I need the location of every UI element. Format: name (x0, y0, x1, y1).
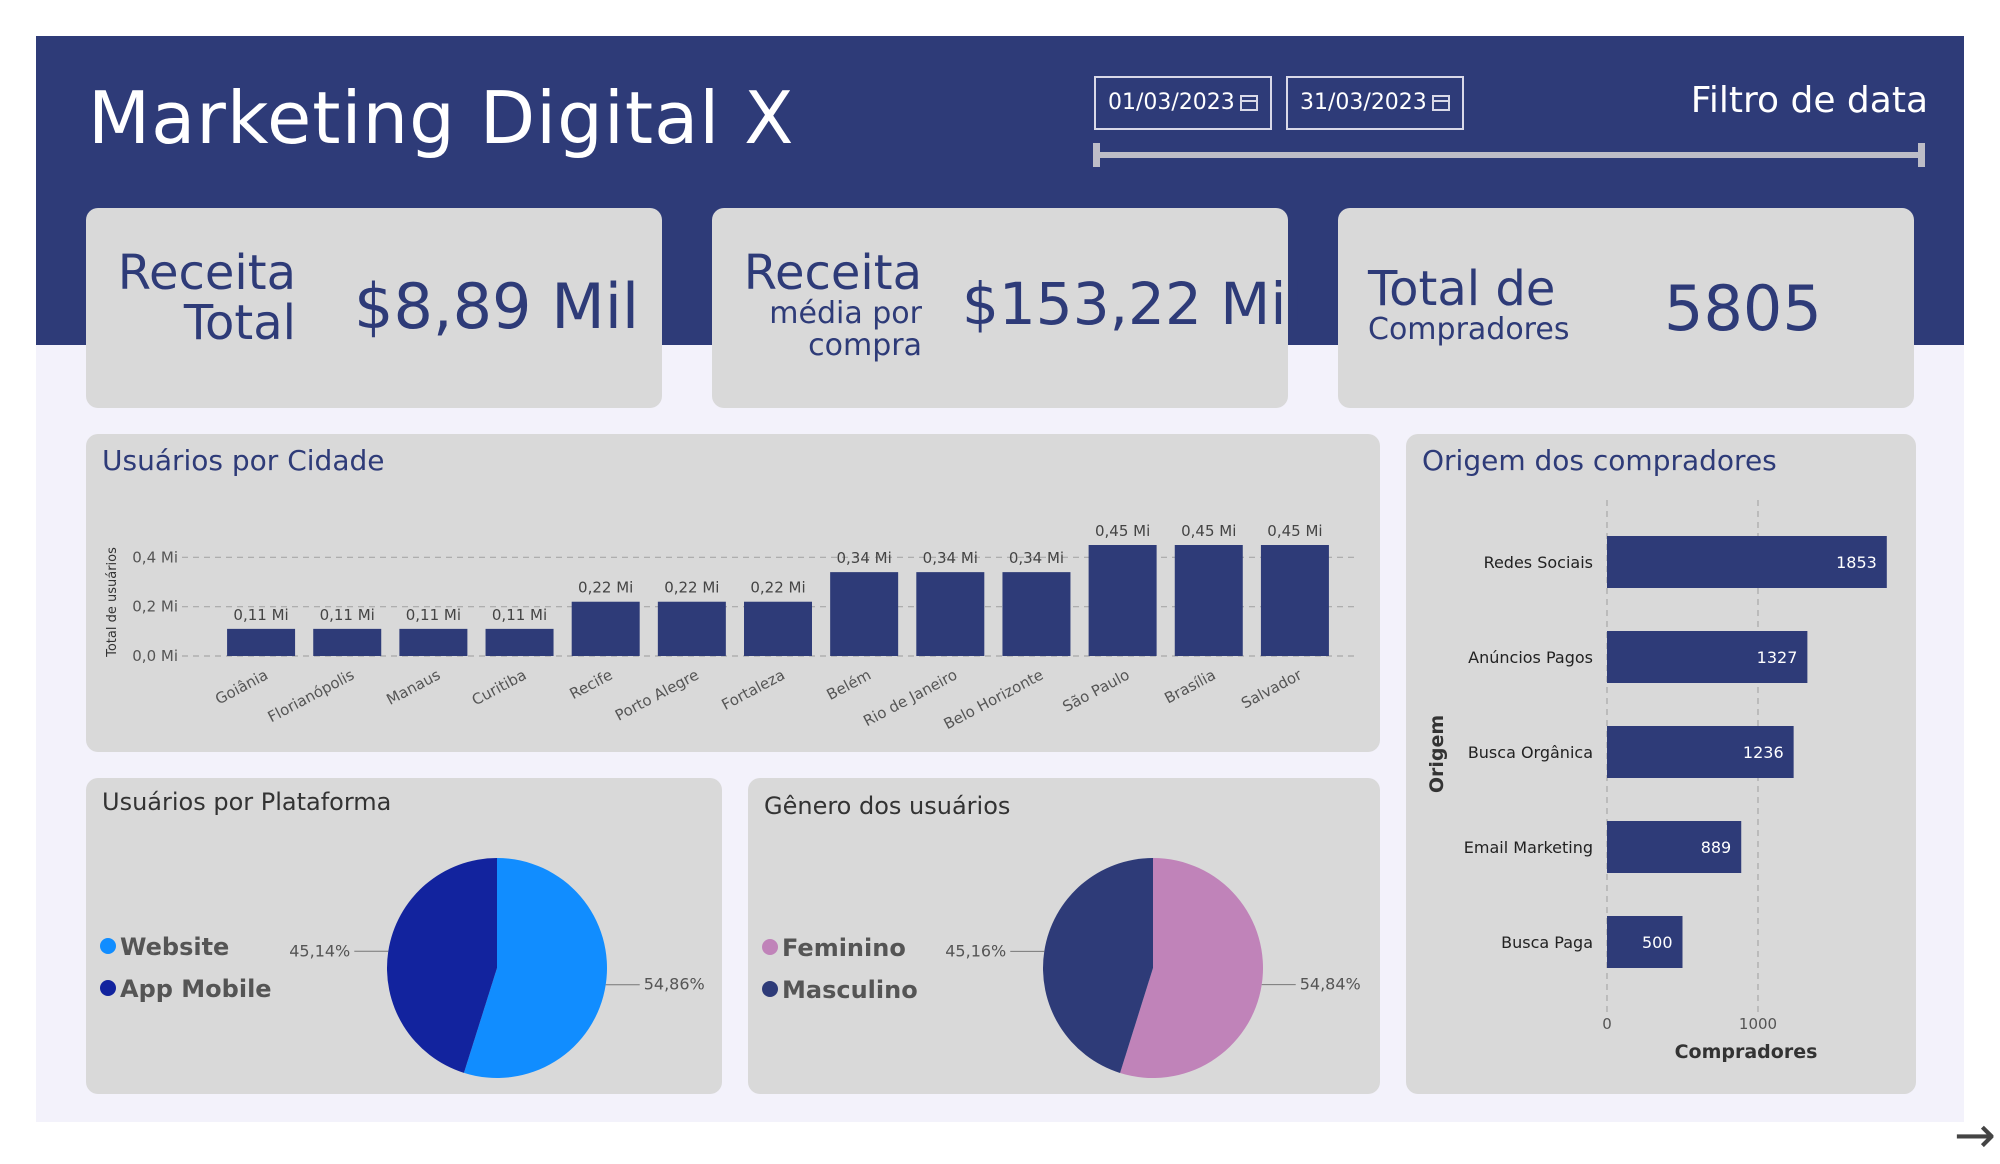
bar (657, 601, 726, 656)
bar (744, 601, 812, 656)
data-label: 0,45 Mi (1181, 522, 1236, 540)
end-date-input[interactable]: 31/03/2023 (1286, 76, 1464, 130)
data-label: 54,86% (644, 975, 705, 994)
y-tick-label: Busca Orgânica (1468, 743, 1593, 762)
data-label: 0,11 Mi (406, 606, 461, 624)
city-chart-panel: Usuários por Cidade 0,0 Mi 0,2 Mi 0,4 Mi To… (86, 434, 1380, 752)
kpi-label-line: Total de (1368, 261, 1556, 317)
kpi-label: Total de Compradores (1368, 264, 1569, 346)
data-label: 45,14% (289, 941, 350, 960)
data-label: 0,11 Mi (492, 606, 547, 624)
y-axis-label: Total de usuários (105, 547, 120, 658)
y-tick-label: 0,4 Mi (132, 548, 178, 566)
bar (571, 601, 640, 656)
x-tick-label: Belém (824, 666, 874, 704)
bar (1174, 545, 1243, 656)
bar (399, 628, 468, 656)
calendar-icon[interactable] (1240, 95, 1258, 111)
page-title: Marketing Digital X (88, 76, 795, 160)
data-label: 0,11 Mi (233, 606, 288, 624)
y-axis-label: Origem (1426, 715, 1448, 793)
y-tick-label: 0,2 Mi (132, 598, 178, 616)
x-tick-label: 0 (1602, 1015, 1612, 1033)
x-tick-label: São Paulo (1060, 666, 1133, 716)
bar (1260, 545, 1329, 656)
kpi-label-line: média por (769, 296, 922, 332)
bar (485, 628, 554, 656)
data-label: 1853 (1836, 553, 1877, 572)
arrow-right-icon[interactable]: → (1954, 1110, 1996, 1160)
x-tick-label: Porto Alegre (612, 666, 702, 725)
kpi-value: 5805 (1664, 272, 1822, 345)
x-tick-label: Goiânia (212, 666, 271, 709)
bar (227, 628, 296, 656)
gender-chart-panel: Gênero dos usuários Feminino Masculino 5… (748, 778, 1380, 1094)
kpi-label: Receita média por compra (722, 248, 922, 361)
start-date-input[interactable]: 01/03/2023 (1094, 76, 1272, 130)
data-label: 45,16% (945, 941, 1006, 960)
data-label: 889 (1701, 838, 1732, 857)
data-label: 0,22 Mi (664, 579, 719, 597)
data-label: 1236 (1743, 743, 1784, 762)
kpi-card-revenue-average: Receita média por compra $153,22 Mil (712, 208, 1303, 408)
data-label: 0,22 Mi (578, 579, 633, 597)
data-label: 54,84% (1300, 975, 1361, 994)
date-slider-start-handle[interactable] (1093, 143, 1100, 167)
bar (1002, 572, 1071, 656)
kpi-label-line: compra (808, 327, 922, 363)
data-label: 0,34 Mi (923, 549, 978, 567)
bar (916, 572, 985, 656)
kpi-label-line: Receita (743, 245, 922, 301)
bar (1088, 545, 1157, 656)
bar (830, 572, 899, 656)
kpi-label-line: Compradores (1368, 312, 1570, 348)
y-tick-label: Email Marketing (1464, 838, 1593, 857)
end-date-value: 31/03/2023 (1300, 90, 1427, 115)
kpi-card-total-buyers: Total de Compradores 5805 (1338, 208, 1914, 408)
data-label: 500 (1642, 933, 1673, 952)
platform-chart-panel: Usuários por Plataforma Website App Mobi… (86, 778, 722, 1094)
x-tick-label: Salvador (1238, 665, 1305, 712)
origin-chart-panel: Origem dos compradores 0 1000 1853 Redes So… (1406, 434, 1916, 1094)
y-tick-label: 0,0 Mi (132, 647, 178, 665)
date-slider-track[interactable] (1094, 152, 1924, 158)
kpi-card-revenue-total: Receita Total $8,89 Mil (86, 208, 662, 408)
y-tick-label: Busca Paga (1501, 933, 1593, 952)
kpi-label-line: Receita (117, 245, 296, 301)
kpi-label: Receita Total (106, 248, 296, 349)
x-tick-label: Florianópolis (265, 666, 358, 727)
data-label: 0,34 Mi (1009, 549, 1064, 567)
dashboard-canvas: Marketing Digital X 01/03/2023 31/03/202… (36, 36, 1996, 1160)
x-tick-label: Fortaleza (719, 666, 788, 714)
x-tick-label: Brasília (1161, 666, 1218, 708)
y-tick-label: Redes Sociais (1484, 553, 1593, 572)
x-tick-label: Curitiba (469, 666, 530, 710)
data-label: 0,11 Mi (320, 606, 375, 624)
start-date-value: 01/03/2023 (1108, 90, 1235, 115)
data-label: 0,45 Mi (1267, 522, 1322, 540)
x-axis-label: Compradores (1675, 1041, 1818, 1063)
kpi-value: $153,22 Mil (962, 270, 1303, 338)
city-bar-chart: 0,0 Mi 0,2 Mi 0,4 Mi Total de usuários 0,11 … (105, 522, 1356, 733)
x-tick-label: 1000 (1739, 1015, 1777, 1033)
date-filter-label: Filtro de data (1690, 80, 1928, 121)
x-tick-label: Manaus (383, 666, 443, 709)
origin-bar-chart: 0 1000 1853 Redes Sociais 1327 Anúncios Pagos… (1426, 500, 1887, 1063)
data-label: 1327 (1757, 648, 1798, 667)
kpi-label-line: Total (183, 295, 296, 352)
date-slider-end-handle[interactable] (1918, 143, 1925, 167)
data-label: 0,34 Mi (837, 549, 892, 567)
platform-pie-chart: 54,86% 45,14% (289, 858, 705, 1078)
data-label: 0,22 Mi (750, 579, 805, 597)
bar (313, 628, 382, 656)
gender-pie-chart: 54,84% 45,16% (945, 858, 1361, 1078)
x-tick-label: Recife (567, 666, 616, 703)
data-label: 0,45 Mi (1095, 522, 1150, 540)
kpi-value: $8,89 Mil (354, 270, 640, 343)
calendar-icon[interactable] (1432, 95, 1450, 111)
y-tick-label: Anúncios Pagos (1468, 648, 1593, 667)
